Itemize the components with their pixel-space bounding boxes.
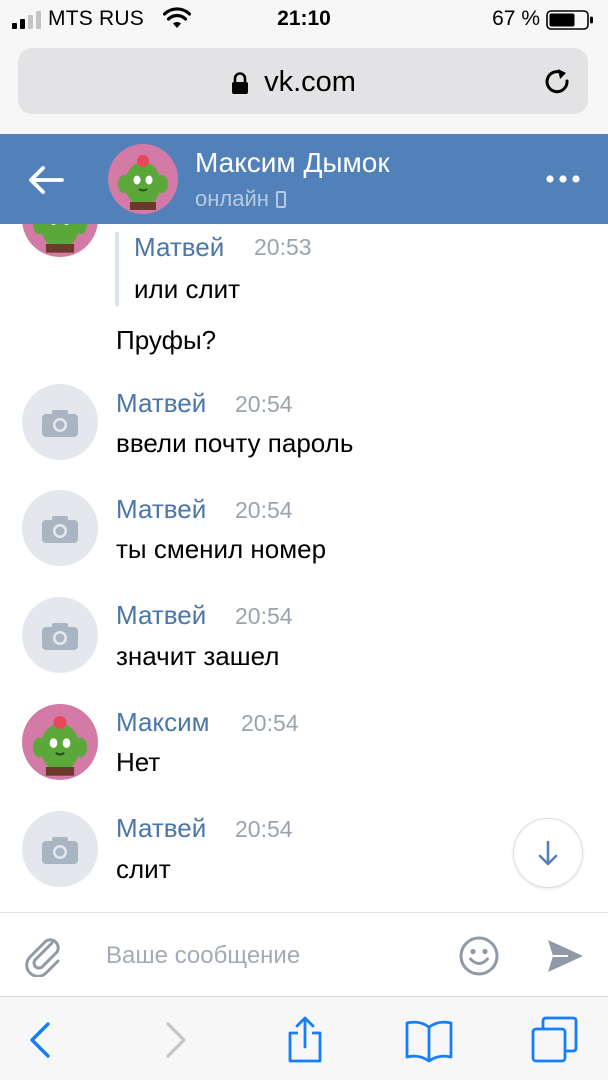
camera-icon (42, 516, 78, 543)
address-bar[interactable]: vk.com (18, 48, 588, 114)
bookmarks-icon[interactable] (404, 1015, 454, 1065)
message-author[interactable]: Матвей (116, 813, 206, 844)
browser-forward-icon[interactable] (150, 1015, 200, 1065)
message-text: ты сменил номер (116, 534, 327, 564)
more-icon[interactable] (546, 174, 580, 184)
message-time: 20:54 (235, 497, 293, 523)
cactus-icon (22, 704, 98, 780)
avatar[interactable] (22, 811, 98, 887)
url-text: vk.com (264, 66, 356, 98)
avatar[interactable] (22, 224, 98, 257)
back-arrow-icon[interactable] (26, 160, 66, 200)
camera-icon (42, 837, 78, 864)
online-status: онлайн (195, 186, 286, 212)
avatar[interactable] (22, 490, 98, 566)
contact-name: Максим Дымок (195, 147, 390, 178)
chevron-down-icon (538, 840, 558, 866)
battery-icon (546, 10, 593, 30)
online-status-text: онлайн (195, 186, 269, 211)
avatar[interactable] (22, 597, 98, 673)
message-text: Пруфы? (116, 325, 217, 355)
message-time: 20:54 (235, 603, 293, 629)
camera-icon (42, 623, 78, 650)
quote-text: или слит (134, 274, 241, 304)
camera-icon (42, 410, 78, 437)
smiley-icon[interactable] (458, 935, 500, 977)
message-text: Нет (116, 747, 161, 777)
tabs-icon[interactable] (530, 1015, 580, 1065)
cactus-icon (22, 224, 98, 257)
cactus-icon (108, 144, 178, 214)
avatar[interactable] (22, 384, 98, 460)
browser-chrome: vk.com (0, 40, 608, 134)
message-list[interactable]: Матвей 20:53 или слит Пруфы? Матвей 20:5… (0, 224, 608, 912)
avatar[interactable] (22, 704, 98, 780)
message-time: 20:54 (241, 710, 299, 736)
paperclip-icon[interactable] (22, 933, 64, 977)
quote-bar (115, 232, 119, 306)
chat-header: Максим Дымок онлайн (0, 134, 608, 224)
battery-percent: 67 % (492, 7, 540, 30)
contact-avatar[interactable] (108, 144, 178, 214)
mobile-icon (275, 191, 286, 208)
browser-back-icon[interactable] (18, 1015, 68, 1065)
message-text: значит зашел (116, 641, 280, 671)
quote-author[interactable]: Матвей (134, 232, 224, 263)
message-author[interactable]: Максим (116, 707, 209, 738)
message-time: 20:54 (235, 816, 293, 842)
message-text: слит (116, 854, 171, 884)
message-text: ввели почту пароль (116, 428, 354, 458)
share-icon[interactable] (280, 1015, 330, 1065)
reload-icon[interactable] (542, 66, 574, 98)
scroll-down-button[interactable] (513, 818, 583, 888)
quote-time: 20:53 (254, 234, 312, 260)
message-author[interactable]: Матвей (116, 600, 206, 631)
message-author[interactable]: Матвей (116, 388, 206, 419)
status-bar: MTS RUS 21:10 67 % (0, 0, 608, 40)
message-input[interactable] (106, 935, 436, 977)
message-time: 20:54 (235, 391, 293, 417)
message-author[interactable]: Матвей (116, 494, 206, 525)
send-icon[interactable] (546, 937, 584, 975)
message-composer (0, 912, 608, 996)
browser-toolbar (0, 996, 608, 1080)
